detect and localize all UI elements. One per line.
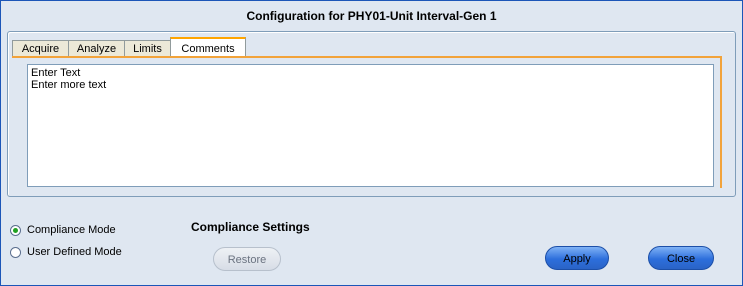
user-defined-mode-label: User Defined Mode xyxy=(27,246,122,258)
comment-line: Enter more text xyxy=(31,79,107,91)
radio-selected-icon[interactable] xyxy=(10,224,21,236)
compliance-settings-title: Compliance Settings xyxy=(191,220,310,234)
restore-button[interactable]: Restore xyxy=(213,247,281,271)
comments-textarea[interactable]: Enter Text Enter more text xyxy=(27,64,714,187)
window-title: Configuration for PHY01-Unit Interval-Ge… xyxy=(246,9,497,23)
tab-panel-edge xyxy=(720,56,722,188)
tab-analyze[interactable]: Analyze xyxy=(68,40,125,57)
radio-unselected-icon[interactable] xyxy=(10,246,21,258)
tab-comments[interactable]: Comments xyxy=(170,37,246,57)
compliance-mode-label: Compliance Mode xyxy=(27,224,116,236)
close-button[interactable]: Close xyxy=(648,246,714,270)
tab-limits[interactable]: Limits xyxy=(124,40,171,57)
comment-line: Enter Text xyxy=(31,67,81,79)
user-defined-mode-radio[interactable]: User Defined Mode xyxy=(10,244,122,260)
tab-acquire[interactable]: Acquire xyxy=(12,40,69,57)
apply-button[interactable]: Apply xyxy=(545,246,609,270)
tab-underline xyxy=(12,56,722,58)
compliance-mode-radio[interactable]: Compliance Mode xyxy=(10,222,116,238)
